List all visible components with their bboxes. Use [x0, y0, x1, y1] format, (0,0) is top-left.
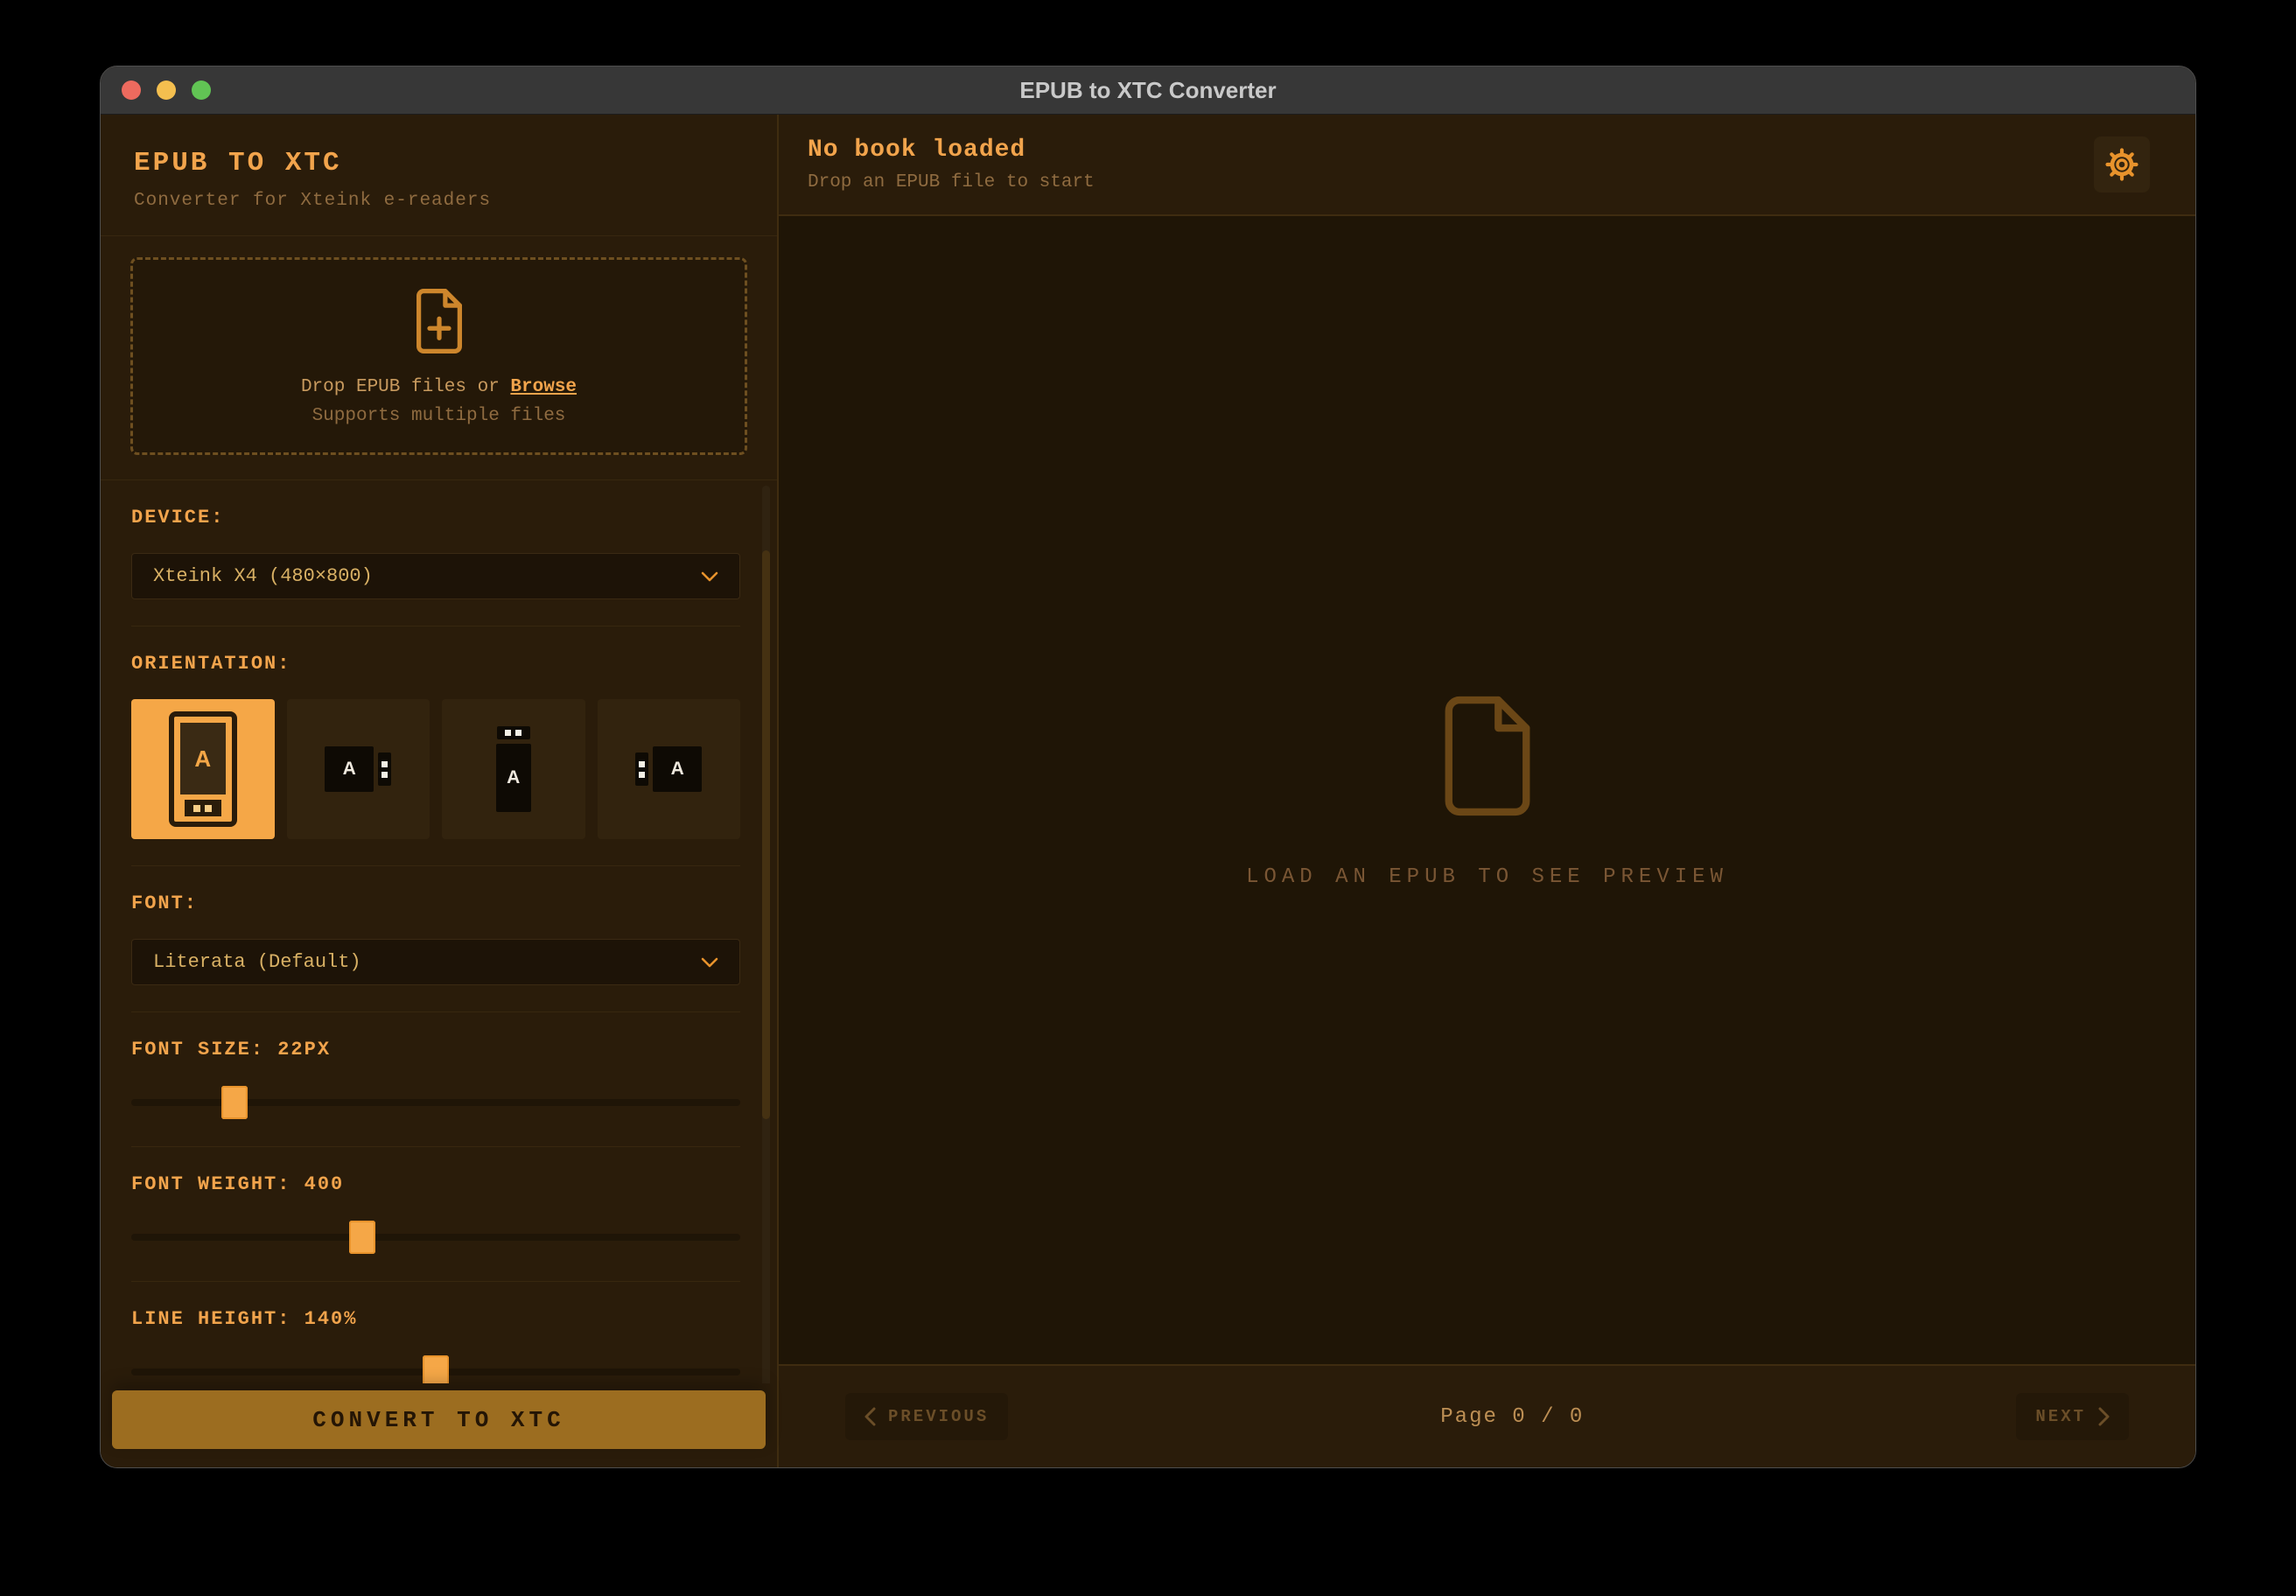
font-size-group: FONT SIZE: 22PX	[131, 1039, 740, 1147]
orientation-landscape-left-button[interactable]: A	[598, 699, 741, 839]
device-select-value: Xteink X4 (480×800)	[153, 565, 701, 587]
dropzone-note: Supports multiple files	[312, 406, 566, 426]
chevron-left-icon	[864, 1407, 876, 1426]
device-portrait-icon: A	[169, 711, 237, 827]
orientation-letter: A	[194, 746, 211, 773]
preview-status-title: No book loaded	[808, 136, 2094, 164]
app-subtitle: Converter for Xteink e-readers	[134, 191, 744, 211]
orientation-portrait-flipped-button[interactable]: A	[442, 699, 585, 839]
page-indicator: Page 0 / 0	[1008, 1405, 2016, 1429]
orientation-group: ORIENTATION: A A	[131, 653, 740, 866]
slider-track[interactable]	[131, 1234, 740, 1241]
previous-page-button[interactable]: PREVIOUS	[845, 1393, 1008, 1440]
next-page-button[interactable]: NEXT	[2016, 1393, 2129, 1440]
font-group: FONT: Literata (Default)	[131, 892, 740, 1012]
sidebar-header: EPUB TO XTC Converter for Xteink e-reade…	[101, 115, 777, 236]
convert-footer: CONVERT TO XTC	[101, 1383, 777, 1467]
font-size-slider[interactable]	[131, 1085, 740, 1120]
font-select[interactable]: Literata (Default)	[131, 939, 740, 985]
chevron-down-icon	[701, 571, 718, 582]
minimize-button[interactable]	[157, 80, 176, 100]
font-weight-group: FONT WEIGHT: 400	[131, 1173, 740, 1282]
app-window: EPUB to XTC Converter EPUB TO XTC Conver…	[100, 66, 2196, 1468]
line-height-label: LINE HEIGHT: 140%	[131, 1308, 740, 1330]
device-landscape-right-icon: A	[325, 746, 391, 792]
close-button[interactable]	[122, 80, 141, 100]
traffic-lights	[122, 66, 211, 114]
sidebar-scrollbar-thumb[interactable]	[762, 550, 770, 1119]
orientation-options: A A	[131, 699, 740, 839]
device-label: DEVICE:	[131, 507, 740, 528]
device-select[interactable]: Xteink X4 (480×800)	[131, 553, 740, 599]
next-label: NEXT	[2035, 1407, 2086, 1426]
orientation-letter: A	[671, 759, 684, 780]
preview-panel: No book loaded Drop an EPUB file to star…	[779, 115, 2195, 1467]
preview-body: LOAD AN EPUB TO SEE PREVIEW	[779, 216, 2195, 1364]
device-portrait-flipped-icon: A	[496, 726, 531, 812]
dropzone-section: Drop EPUB files or Browse Supports multi…	[101, 236, 777, 480]
file-plus-icon	[410, 286, 468, 356]
chevron-right-icon	[2098, 1407, 2110, 1426]
device-group: DEVICE: Xteink X4 (480×800)	[131, 507, 740, 626]
settings-button[interactable]	[2094, 136, 2150, 192]
dropzone-prompt-text: Drop EPUB files or	[301, 377, 510, 397]
font-label: FONT:	[131, 892, 740, 914]
orientation-landscape-right-button[interactable]: A	[287, 699, 430, 839]
window-title: EPUB to XTC Converter	[1019, 77, 1276, 104]
chevron-down-icon	[701, 957, 718, 968]
gear-icon	[2104, 147, 2139, 182]
font-size-label: FONT SIZE: 22PX	[131, 1039, 740, 1060]
browse-link[interactable]: Browse	[510, 377, 577, 397]
titlebar: EPUB to XTC Converter	[101, 66, 2195, 115]
font-weight-slider-thumb[interactable]	[349, 1221, 375, 1254]
preview-placeholder-text: LOAD AN EPUB TO SEE PREVIEW	[1246, 865, 1728, 889]
dropzone-prompt: Drop EPUB files or Browse	[301, 377, 577, 397]
orientation-letter: A	[507, 767, 520, 788]
orientation-label: ORIENTATION:	[131, 653, 740, 675]
font-size-slider-thumb[interactable]	[221, 1086, 248, 1119]
app-title: EPUB TO XTC	[134, 148, 744, 178]
font-weight-label: FONT WEIGHT: 400	[131, 1173, 740, 1195]
font-select-value: Literata (Default)	[153, 951, 701, 973]
settings-scroll-area: DEVICE: Xteink X4 (480×800) ORIENTATION:…	[101, 480, 777, 1467]
preview-footer: PREVIOUS Page 0 / 0 NEXT	[779, 1364, 2195, 1467]
preview-status: No book loaded Drop an EPUB file to star…	[808, 136, 2094, 192]
zoom-button[interactable]	[192, 80, 211, 100]
font-weight-slider[interactable]	[131, 1220, 740, 1255]
device-landscape-left-icon: A	[635, 746, 702, 792]
preview-header: No book loaded Drop an EPUB file to star…	[779, 115, 2195, 216]
previous-label: PREVIOUS	[888, 1407, 989, 1426]
convert-button[interactable]: CONVERT TO XTC	[112, 1390, 766, 1449]
sidebar: EPUB TO XTC Converter for Xteink e-reade…	[101, 115, 779, 1467]
preview-status-subtitle: Drop an EPUB file to start	[808, 172, 2094, 192]
orientation-letter: A	[343, 759, 356, 780]
epub-dropzone[interactable]: Drop EPUB files or Browse Supports multi…	[130, 257, 747, 455]
document-icon	[1436, 692, 1539, 820]
orientation-portrait-button[interactable]: A	[131, 699, 275, 839]
